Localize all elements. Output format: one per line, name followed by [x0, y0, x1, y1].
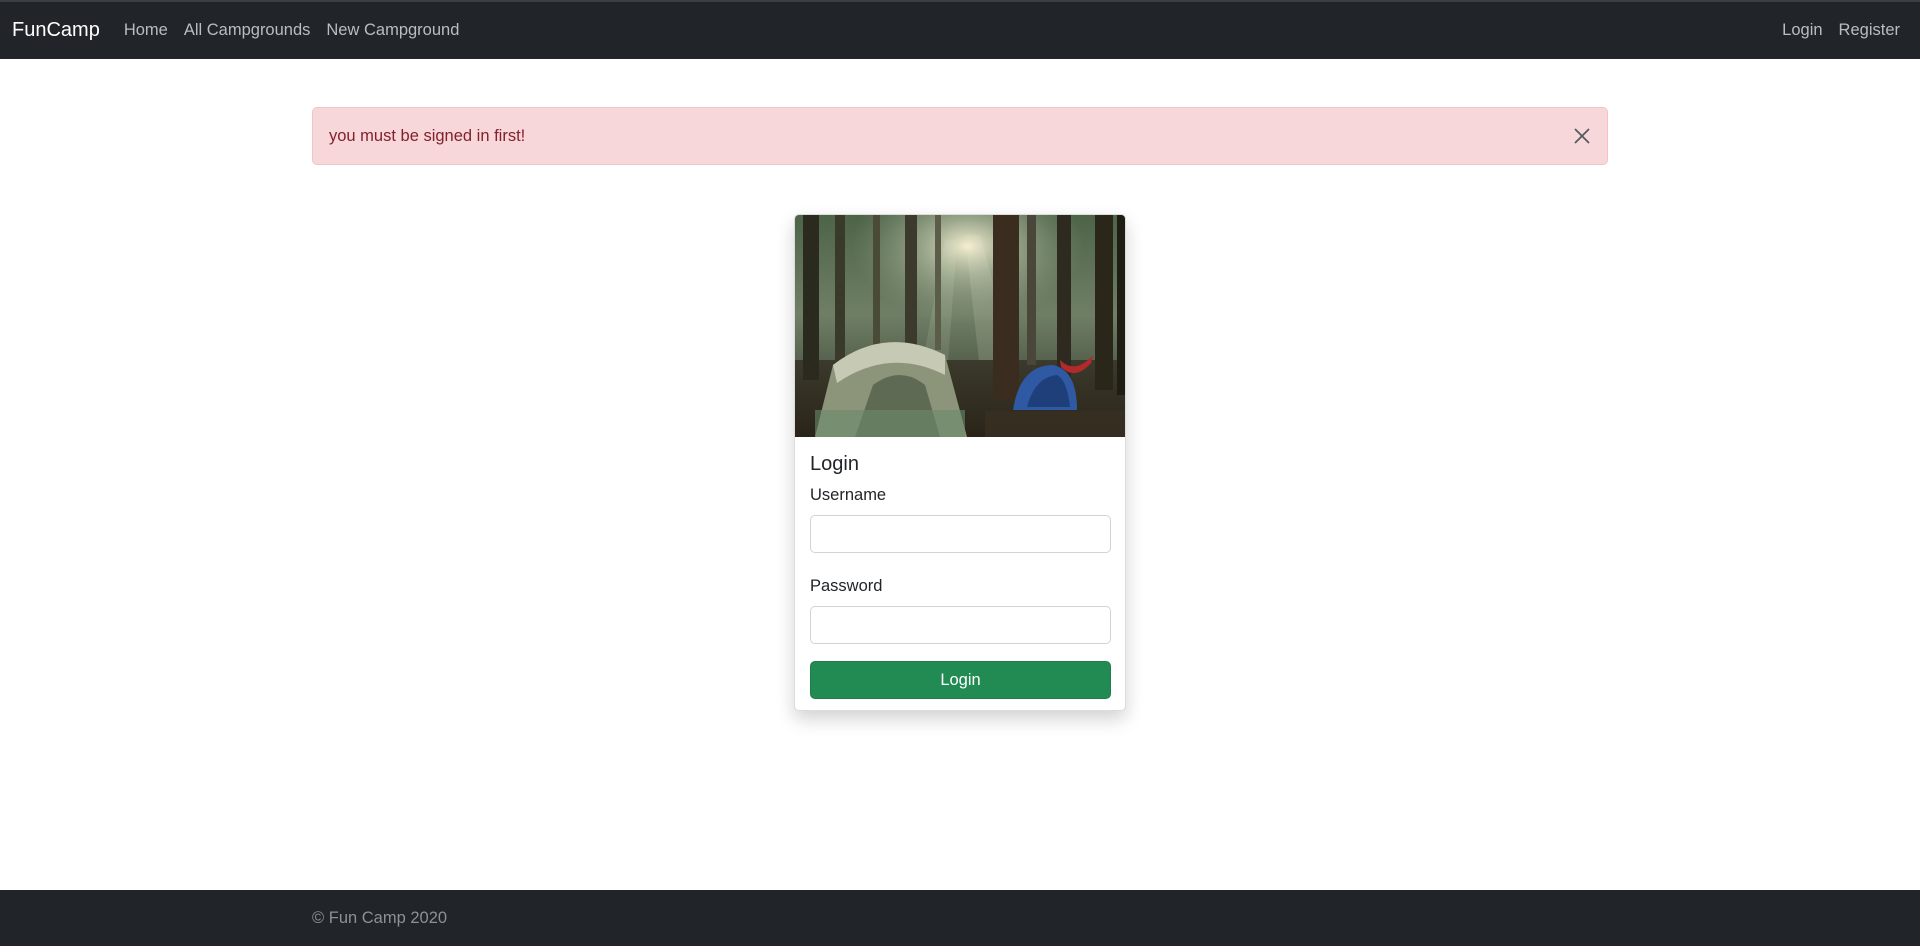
auth-links: Login Register	[1766, 21, 1908, 40]
password-input[interactable]	[810, 606, 1111, 644]
nav-all-campgrounds-link[interactable]: All Campgrounds	[184, 21, 311, 40]
alert-message: you must be signed in first!	[329, 126, 526, 145]
page-footer: © Fun Camp 2020	[0, 890, 1920, 946]
login-button[interactable]: Login	[810, 661, 1111, 699]
login-title: Login	[810, 453, 859, 475]
nav-login-link[interactable]: Login	[1782, 21, 1822, 40]
username-label: Username	[810, 486, 887, 504]
nav-register-link[interactable]: Register	[1839, 21, 1900, 40]
brand-link[interactable]: FunCamp	[12, 19, 100, 42]
nav-home-link[interactable]: Home	[124, 21, 168, 40]
login-card: Login Username Password Login	[794, 214, 1126, 711]
nav-links: Home All Campgrounds New Campground	[124, 21, 476, 40]
login-form: Login Username Password Login	[795, 437, 1125, 710]
username-input[interactable]	[810, 515, 1111, 553]
footer-copyright: © Fun Camp 2020	[312, 908, 448, 927]
campground-image	[795, 215, 1125, 437]
password-label: Password	[810, 577, 883, 595]
nav-new-campground-link[interactable]: New Campground	[326, 21, 459, 40]
error-alert: you must be signed in first!	[312, 107, 1608, 165]
top-navbar: FunCamp Home All Campgrounds New Campgro…	[0, 0, 1920, 59]
close-icon[interactable]	[1571, 125, 1593, 147]
